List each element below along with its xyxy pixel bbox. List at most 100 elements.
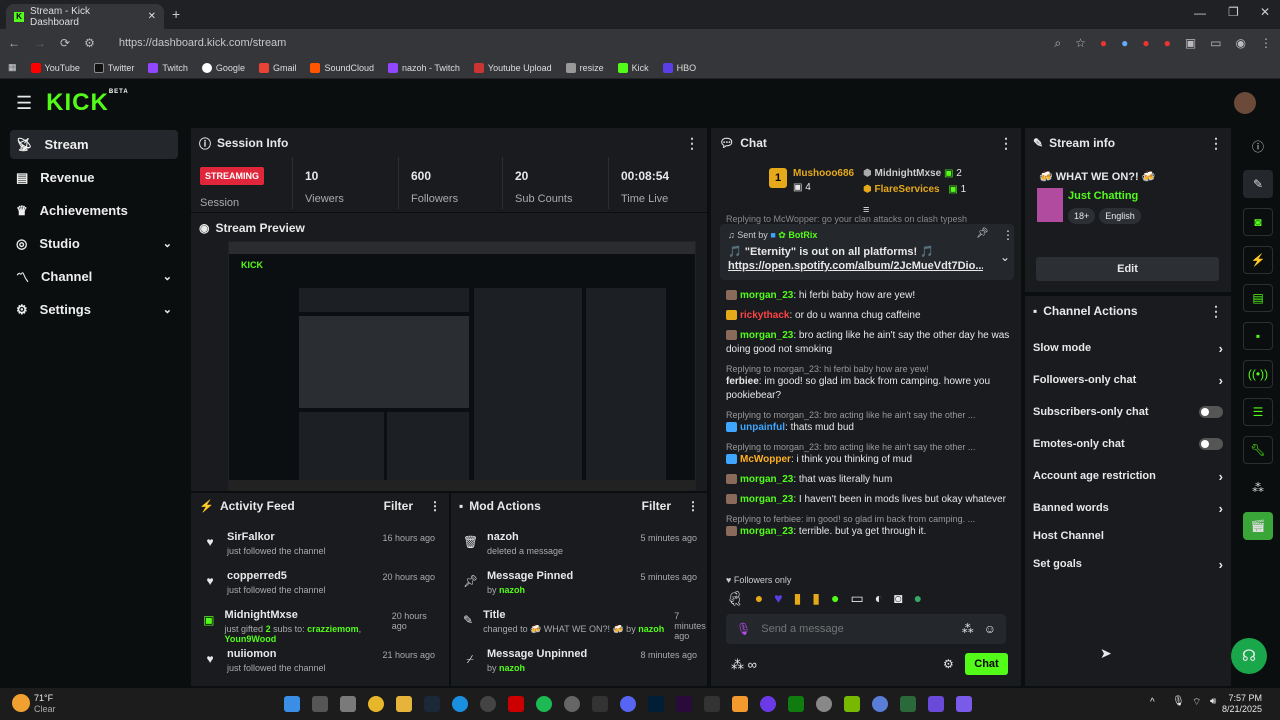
epic-games-icon[interactable] (592, 696, 608, 712)
chat-message[interactable]: morgan_23: I haven't been in mods lives … (711, 493, 1011, 507)
weather-widget[interactable]: 71°F Clear (34, 693, 56, 715)
emote[interactable]: ▮ (794, 590, 802, 612)
action-host-channel[interactable]: Host Channel (1025, 524, 1231, 548)
emoji-icon[interactable]: ☺ (984, 622, 996, 636)
camera-icon[interactable]: ◙ (1243, 208, 1273, 236)
bookmark-twitch[interactable]: Twitch (148, 62, 188, 73)
reload-icon[interactable]: ⟳ (60, 36, 70, 50)
action-followers-only[interactable]: Followers-only chat › (1025, 364, 1231, 396)
minimize-icon[interactable]: — (1194, 6, 1206, 20)
toggle-switch[interactable] (1199, 438, 1223, 450)
bookmark-hbo[interactable]: HBO (662, 62, 696, 73)
sidebar-item-achievements[interactable]: ♛ Achievements (10, 196, 178, 225)
pin-toggle-icon[interactable]: 📌︎ (976, 228, 989, 239)
pinned-link[interactable]: https://open.spotify.com/album/2JcMueVdt… (728, 260, 983, 272)
bookmark-youtube-upload[interactable]: Youtube Upload (473, 62, 552, 73)
file-explorer-icon[interactable] (396, 696, 412, 712)
app-icon[interactable] (928, 696, 944, 712)
more-options-icon[interactable]: ⋮ (429, 499, 441, 513)
help-support-icon[interactable]: ☊ (1231, 638, 1267, 674)
mic-icon[interactable]: 🎙︎ (736, 622, 751, 636)
app-icon[interactable] (900, 696, 916, 712)
app-icon[interactable] (816, 696, 832, 712)
clock[interactable]: 7:57 PM 8/21/2025 (1222, 693, 1262, 715)
category-link[interactable]: Just Chatting (1068, 190, 1138, 202)
sidebar-item-channel[interactable]: 〽 Channel ⌄ (10, 262, 178, 291)
emote[interactable]: 🕺︎ (726, 590, 744, 612)
new-tab-icon[interactable]: + (172, 6, 180, 22)
forward-icon[interactable]: → (34, 36, 46, 50)
sidebar-item-settings[interactable]: ⚙ Settings ⌄ (10, 295, 178, 324)
edit-icon[interactable]: ✎ (1243, 170, 1273, 198)
profile-icon[interactable]: ◉ (1236, 36, 1246, 50)
spotify-icon[interactable] (536, 696, 552, 712)
mod-tools-icon[interactable]: ☰ (1243, 398, 1273, 426)
filter-button[interactable]: Filter (384, 499, 413, 513)
bookmark-twitter[interactable]: Twitter (93, 62, 134, 73)
top-gifter[interactable]: Mushooo686 ▣ 4 (793, 168, 854, 193)
bookmark-google[interactable]: Google (201, 62, 245, 73)
chat-message[interactable]: ferbiee: im good! so glad im back from c… (711, 375, 1011, 403)
extension-icon[interactable]: ● (1142, 36, 1149, 50)
bookmark-star-icon[interactable]: ☆ (1075, 36, 1086, 50)
bookmark-nazoh-twitch[interactable]: nazoh - Twitch (388, 62, 460, 73)
more-options-icon[interactable]: ⋮ (1209, 303, 1223, 320)
close-window-icon[interactable]: ✕ (1260, 5, 1270, 19)
chat-message[interactable]: morgan_23: terrible. but ya get through … (711, 525, 1011, 539)
stream-preview-video[interactable]: KICK (228, 241, 696, 491)
back-icon[interactable]: ← (8, 36, 20, 50)
emote[interactable]: ● (755, 590, 763, 612)
kick-logo[interactable]: KICKBETA (46, 89, 129, 117)
sidebar-item-studio[interactable]: ◎ Studio ⌄ (10, 229, 178, 258)
store-icon[interactable] (340, 696, 356, 712)
task-view-icon[interactable] (312, 696, 328, 712)
url-input[interactable]: https://dashboard.kick.com/stream (119, 37, 287, 49)
chat-settings-icon[interactable]: ⚙ (943, 657, 954, 671)
tray-chevron-icon[interactable]: ^ (1150, 697, 1155, 708)
browser-menu-icon[interactable]: ⋮ (1260, 36, 1272, 50)
wifi-icon[interactable]: ⌔ (1192, 696, 1201, 709)
browser-tab[interactable]: K Stream - Kick Dashboard ✕ (6, 4, 164, 29)
netflix-icon[interactable] (508, 696, 524, 712)
bookmark-soundcloud[interactable]: SoundCloud (310, 62, 374, 73)
action-account-age[interactable]: Account age restriction › (1025, 460, 1231, 492)
translate-icon[interactable]: ⁂ (962, 622, 974, 636)
action-set-goals[interactable]: Set goals › (1025, 548, 1231, 580)
volume-icon[interactable]: 🔊︎ (1210, 696, 1216, 707)
bookmark-gmail[interactable]: Gmail (258, 62, 296, 73)
app-icon[interactable] (872, 696, 888, 712)
notes-icon[interactable]: ▤ (1243, 284, 1273, 312)
chat-bubble-icon[interactable]: ▪ (1243, 322, 1273, 350)
send-chat-button[interactable]: Chat (965, 653, 1008, 675)
chat-input[interactable] (761, 623, 952, 635)
extensions-puzzle-icon[interactable]: ▣ (1185, 36, 1196, 50)
user-avatar[interactable] (1234, 92, 1256, 114)
bookmark-youtube[interactable]: YouTube (30, 62, 80, 73)
sidebar-item-revenue[interactable]: ▤ Revenue (10, 163, 178, 192)
edit-button[interactable]: Edit (1036, 257, 1219, 281)
sidepanel-icon[interactable]: ▭ (1210, 36, 1221, 50)
points-icon[interactable]: ⁂ ∞ (731, 657, 757, 673)
chevron-down-icon[interactable]: ⌄ (1000, 250, 1010, 264)
more-options-icon[interactable]: ⋮ (687, 499, 699, 513)
zoom-icon[interactable]: ⌕ (1054, 36, 1061, 51)
info-icon[interactable]: ⓘ (1243, 132, 1273, 160)
xbox-icon[interactable] (788, 696, 804, 712)
emote[interactable]: ▮ (812, 590, 820, 612)
bolt-icon[interactable]: ⚡ (1243, 246, 1273, 274)
chat-message[interactable]: morgan_23: that was literally hum (711, 473, 1011, 487)
emote[interactable]: ◐ (875, 590, 883, 612)
chrome-icon[interactable] (368, 696, 384, 712)
emote[interactable]: ● (831, 590, 839, 612)
wrench-icon[interactable]: 🔧︎ (1243, 436, 1273, 464)
site-info-icon[interactable]: ⚙ (84, 36, 95, 50)
filter-button[interactable]: Filter (642, 499, 671, 513)
edge-icon[interactable] (452, 696, 468, 712)
steam-icon[interactable] (424, 696, 440, 712)
tag[interactable]: English (1099, 208, 1141, 224)
tag[interactable]: 18+ (1068, 208, 1096, 224)
premiere-icon[interactable] (676, 696, 692, 712)
emote[interactable]: ● (914, 590, 922, 612)
apps-icon[interactable]: ▦ (8, 62, 17, 73)
extension-icon[interactable]: ● (1121, 36, 1128, 50)
